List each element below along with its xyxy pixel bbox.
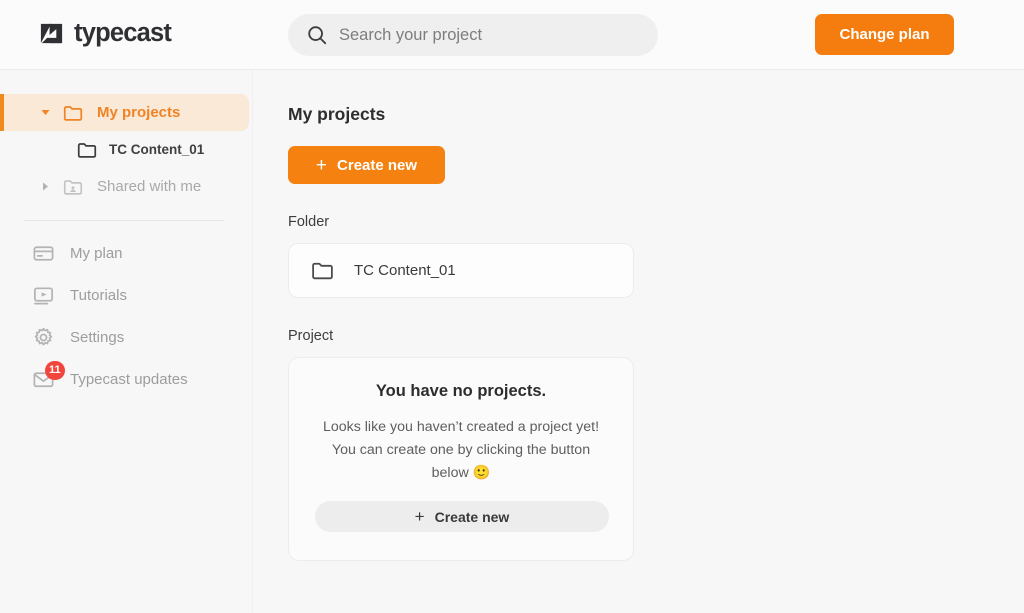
gear-icon [32,326,55,349]
create-new-button[interactable]: + Create new [288,146,445,184]
project-tree: My projects TC Content_01 Shared with me [0,70,252,205]
sidebar-item-label: TC Content_01 [109,142,205,157]
folder-card-label: TC Content_01 [354,262,456,279]
sidebar-item-label: Typecast updates [70,370,188,388]
folder-icon [312,262,333,280]
top-header: typecast Change plan [0,0,1024,70]
sidebar-item-label: My plan [70,244,123,262]
caret-down-icon[interactable] [38,109,52,116]
caret-right-icon[interactable] [38,182,52,191]
search-icon [308,26,327,45]
folder-icon [63,105,83,121]
logo-text: typecast [74,19,172,47]
sidebar-item-label: Tutorials [70,286,127,304]
sidebar-item-settings[interactable]: Settings [0,316,252,358]
typecast-play-mark-icon [40,23,63,44]
create-new-button-label: Create new [434,508,510,525]
main-content: My projects + Create new Folder TC Conte… [253,70,1024,613]
create-new-button-label: Create new [337,156,418,174]
sidebar-item-tc-content-01[interactable]: TC Content_01 [0,131,252,168]
sidebar-item-my-plan[interactable]: My plan [0,232,252,274]
app-root: typecast Change plan My projects [0,0,1024,613]
change-plan-button[interactable]: Change plan [815,14,954,55]
search-input[interactable] [339,25,639,45]
envelope-icon: 11 [32,360,65,391]
sidebar-item-label: Shared with me [97,178,202,195]
sidebar-item-typecast-updates[interactable]: 11 Typecast updates [0,358,252,400]
search-bar[interactable] [288,14,658,56]
sidebar: My projects TC Content_01 Shared with me [0,70,253,613]
sidebar-item-label: My projects [97,104,181,121]
sidebar-item-label: Settings [70,328,125,346]
project-section-label: Project [288,328,334,344]
folder-card-tc-content-01[interactable]: TC Content_01 [288,243,634,298]
sidebar-item-shared-with-me[interactable]: Shared with me [0,168,252,205]
logo[interactable]: typecast [38,19,172,48]
shared-folder-icon [63,179,83,195]
empty-state-description: Looks like you haven’t created a project… [322,419,600,482]
folder-icon [77,142,97,158]
sidebar-menu: My plan Tutorials Settings 11 Typecast u… [0,221,252,400]
monitor-play-icon [32,284,55,307]
empty-state-title: You have no projects. [375,382,547,400]
sidebar-item-my-projects[interactable]: My projects [0,94,249,131]
plus-icon: + [315,154,328,176]
sidebar-item-tutorials[interactable]: Tutorials [0,274,252,316]
empty-projects-card: You have no projects. Looks like you hav… [288,357,634,561]
page-title: My projects [288,104,386,124]
card-icon [32,242,55,265]
plus-icon: + [414,507,425,527]
create-new-button-secondary[interactable]: + Create new [315,501,609,533]
folder-section-label: Folder [288,214,330,230]
updates-count-badge: 11 [45,360,65,380]
